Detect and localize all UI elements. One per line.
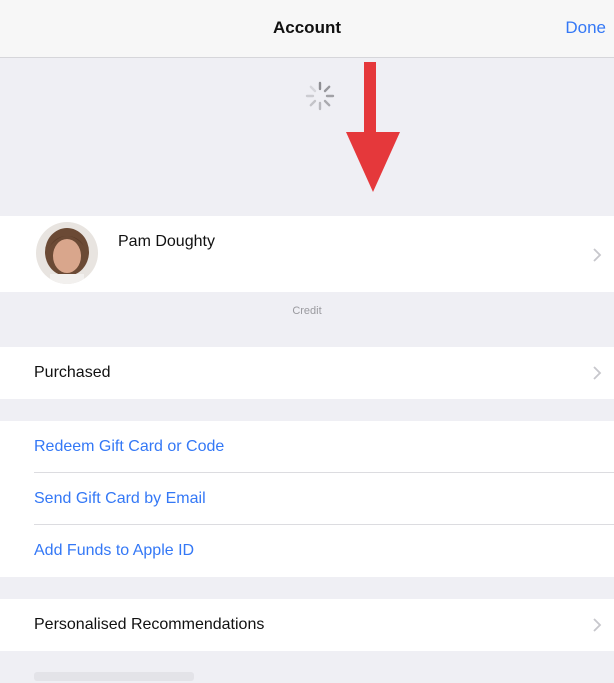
done-button[interactable]: Done [565,18,606,38]
red-down-arrow-icon [346,62,400,192]
account-profile-row[interactable]: Pam Doughty [0,216,614,292]
faded-section-header [34,672,194,681]
personalised-recommendations-label: Personalised Recommendations [34,616,265,633]
credit-label: Credit [292,305,322,317]
loading-spinner-icon [305,81,335,111]
page-title: Account [273,18,341,37]
avatar [36,222,98,284]
redeem-gift-card-link[interactable]: Redeem Gift Card or Code [34,438,224,456]
profile-name: Pam Doughty [118,233,215,250]
purchased-label: Purchased [34,364,111,381]
chevron-right-icon [593,248,602,262]
redeem-gift-card-row[interactable]: Redeem Gift Card or Code [0,421,614,473]
purchased-row[interactable]: Purchased [0,347,614,399]
add-funds-link[interactable]: Add Funds to Apple ID [34,542,194,560]
send-gift-card-row[interactable]: Send Gift Card by Email [0,473,614,525]
chevron-right-icon [593,618,602,632]
send-gift-card-link[interactable]: Send Gift Card by Email [34,490,206,508]
add-funds-row[interactable]: Add Funds to Apple ID [0,525,614,577]
refresh-area [0,58,614,216]
chevron-right-icon [593,366,602,380]
navigation-bar: Account Done [0,0,614,58]
personalised-recommendations-row[interactable]: Personalised Recommendations [0,599,614,651]
user-photo-icon [36,222,98,284]
